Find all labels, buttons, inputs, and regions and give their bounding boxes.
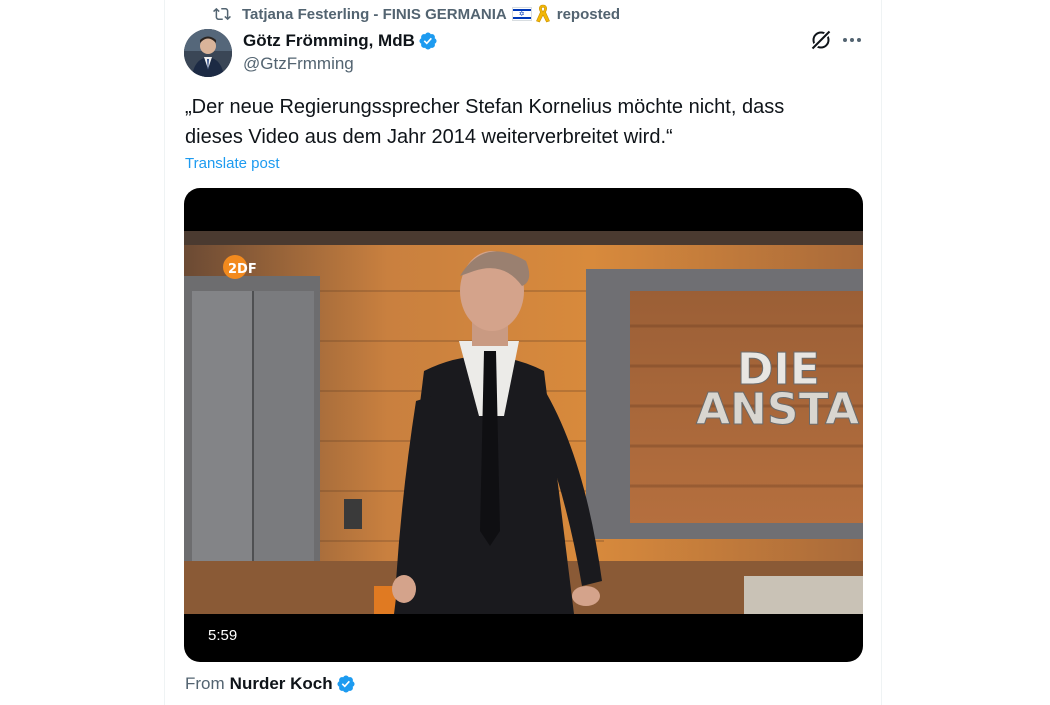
author-name[interactable]: Götz Frömming, MdB bbox=[243, 31, 415, 51]
verified-badge-icon[interactable] bbox=[418, 31, 438, 51]
repost-user-name[interactable]: Tatjana Festerling - FINIS GERMANIA bbox=[242, 6, 507, 23]
verified-badge-icon[interactable] bbox=[336, 674, 356, 694]
translate-post-link[interactable]: Translate post bbox=[185, 155, 280, 172]
set-logo-line2: ANSTA bbox=[696, 384, 859, 435]
author-handle[interactable]: @GtzFrmming bbox=[243, 54, 354, 74]
more-options-icon[interactable] bbox=[840, 28, 864, 52]
channel-logo: 2DF bbox=[228, 262, 257, 277]
video-player[interactable]: DIE ANSTA 2DF 5:59 bbox=[184, 188, 863, 662]
author-name-row[interactable]: Götz Frömming, MdB bbox=[243, 30, 438, 52]
from-label: From bbox=[185, 674, 225, 693]
video-duration: 5:59 bbox=[202, 625, 244, 646]
grok-icon[interactable] bbox=[809, 28, 833, 52]
israel-flag-icon: ✡ bbox=[511, 7, 532, 21]
repost-action: reposted bbox=[556, 5, 621, 23]
yellow-ribbon-icon bbox=[535, 4, 550, 23]
author-avatar[interactable] bbox=[184, 29, 232, 77]
source-account-name[interactable]: Nurder Koch bbox=[230, 674, 333, 694]
video-source[interactable]: From Nurder Koch bbox=[185, 674, 356, 694]
repost-icon bbox=[213, 7, 231, 21]
video-frame[interactable]: DIE ANSTA 2DF bbox=[184, 231, 863, 614]
post-text: „Der neue Regierungssprecher Stefan Korn… bbox=[185, 96, 785, 148]
page: Tatjana Festerling - FINIS GERMANIA ✡ re… bbox=[0, 0, 1050, 705]
repost-context[interactable]: Tatjana Festerling - FINIS GERMANIA ✡ re… bbox=[212, 4, 620, 24]
